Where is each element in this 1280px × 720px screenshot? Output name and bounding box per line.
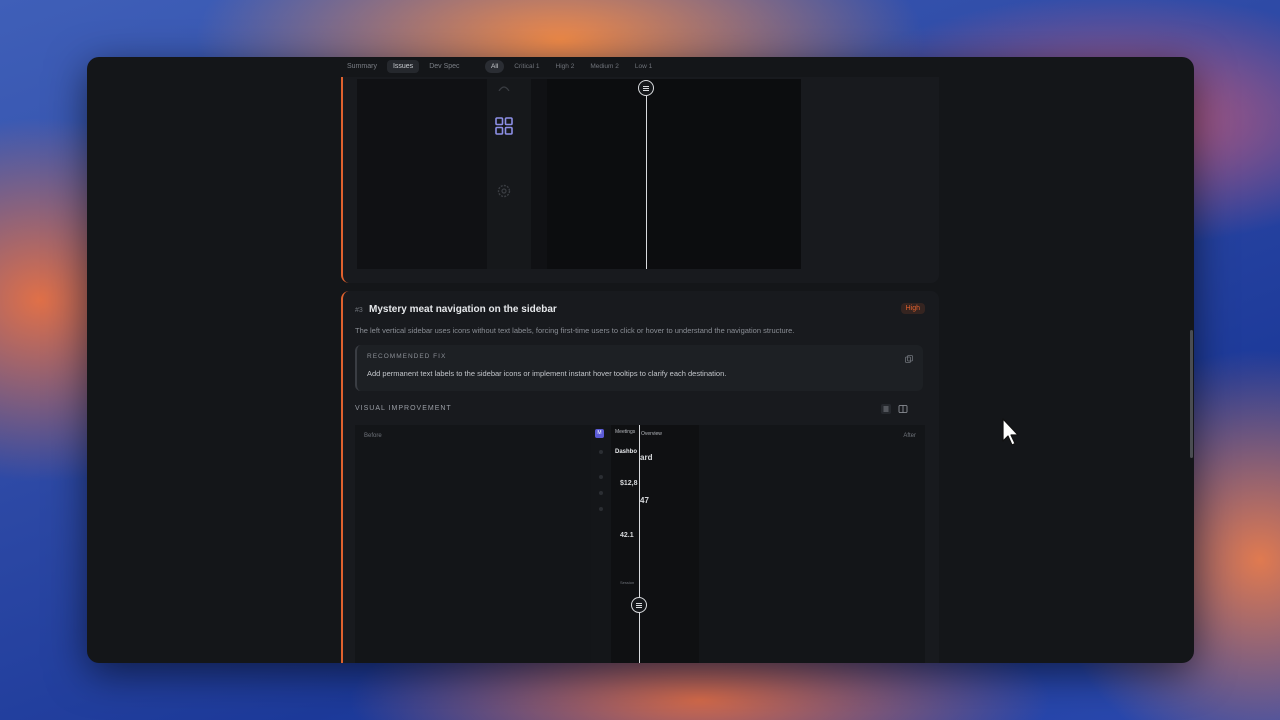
comparison-preview-previous bbox=[357, 79, 801, 269]
preview-sidebar bbox=[487, 79, 531, 269]
preview-app-screenshot: M Meetings Overview Dashbo ard $12,8 47 … bbox=[591, 425, 699, 663]
severity-badge: High bbox=[900, 303, 925, 314]
comparison-divider[interactable] bbox=[639, 425, 640, 663]
preview-logo: M bbox=[595, 429, 604, 438]
preview-tab-overview: Overview bbox=[641, 431, 662, 437]
filter-critical[interactable]: Critical 1 bbox=[508, 60, 545, 73]
copy-icon[interactable] bbox=[905, 355, 913, 363]
before-after-preview: Before After M Meetings Overview Dashbo … bbox=[355, 425, 925, 663]
tab-dev-spec[interactable]: Dev Spec bbox=[423, 60, 465, 73]
preview-nav-dot bbox=[599, 450, 603, 454]
filter-medium[interactable]: Medium 2 bbox=[584, 60, 625, 73]
preview-stat-count: 47 bbox=[640, 496, 649, 505]
gear-icon[interactable] bbox=[496, 183, 512, 199]
mouse-cursor-icon bbox=[1002, 418, 1019, 446]
issues-column: #3 Mystery meat navigation on the sideba… bbox=[341, 77, 939, 663]
recommended-fix-label: RECOMMENDED FIX bbox=[367, 353, 447, 360]
comparison-slider-handle[interactable] bbox=[638, 80, 654, 96]
preview-content bbox=[547, 79, 801, 269]
issue-description: The left vertical sidebar uses icons wit… bbox=[355, 326, 795, 335]
recommended-fix-box: RECOMMENDED FIX Add permanent text label… bbox=[355, 345, 923, 391]
comparison-slider-handle[interactable] bbox=[631, 597, 647, 613]
filter-all[interactable]: All bbox=[485, 59, 505, 73]
filter-low[interactable]: Low 1 bbox=[629, 60, 658, 73]
after-label: After bbox=[903, 433, 916, 439]
grid-icon[interactable] bbox=[495, 117, 513, 135]
user-icon bbox=[498, 86, 510, 91]
tab-summary[interactable]: Summary bbox=[341, 60, 383, 73]
app-window: Summary Issues Dev Spec All Critical 1 H… bbox=[87, 57, 1194, 663]
issue-title: Mystery meat navigation on the sidebar bbox=[369, 304, 557, 315]
preview-footer: Session bbox=[620, 580, 635, 585]
preview-heading-left: Dashbo bbox=[615, 449, 638, 455]
preview-stat-rate: 42.1 bbox=[620, 532, 634, 539]
comparison-divider[interactable] bbox=[646, 89, 647, 269]
recommended-fix-text: Add permanent text labels to the sidebar… bbox=[367, 369, 727, 378]
scrollbar[interactable] bbox=[1190, 330, 1193, 458]
filter-high[interactable]: High 2 bbox=[550, 60, 581, 73]
preview-heading-right: ard bbox=[640, 453, 653, 462]
preview-menu-item: Meetings bbox=[615, 429, 636, 435]
split-view-icon[interactable] bbox=[898, 404, 908, 414]
preview-stat-revenue: $12,8 bbox=[620, 480, 638, 487]
tab-issues[interactable]: Issues bbox=[386, 59, 420, 73]
preview-nav-dot bbox=[599, 507, 603, 511]
preview-app-sidebar: M bbox=[591, 425, 611, 663]
severity-filters: All Critical 1 High 2 Medium 2 Low 1 bbox=[485, 57, 658, 75]
visual-improvement-label: VISUAL IMPROVEMENT bbox=[355, 405, 452, 412]
issue-number: #3 bbox=[355, 307, 363, 314]
issue-card: #3 Mystery meat navigation on the sideba… bbox=[341, 291, 939, 663]
preview-nav-dot bbox=[599, 475, 603, 479]
list-view-icon[interactable] bbox=[881, 404, 891, 414]
before-label: Before bbox=[364, 433, 382, 439]
preview-nav-dot bbox=[599, 491, 603, 495]
issue-card-previous bbox=[341, 77, 939, 283]
view-tabs: Summary Issues Dev Spec bbox=[341, 57, 466, 75]
